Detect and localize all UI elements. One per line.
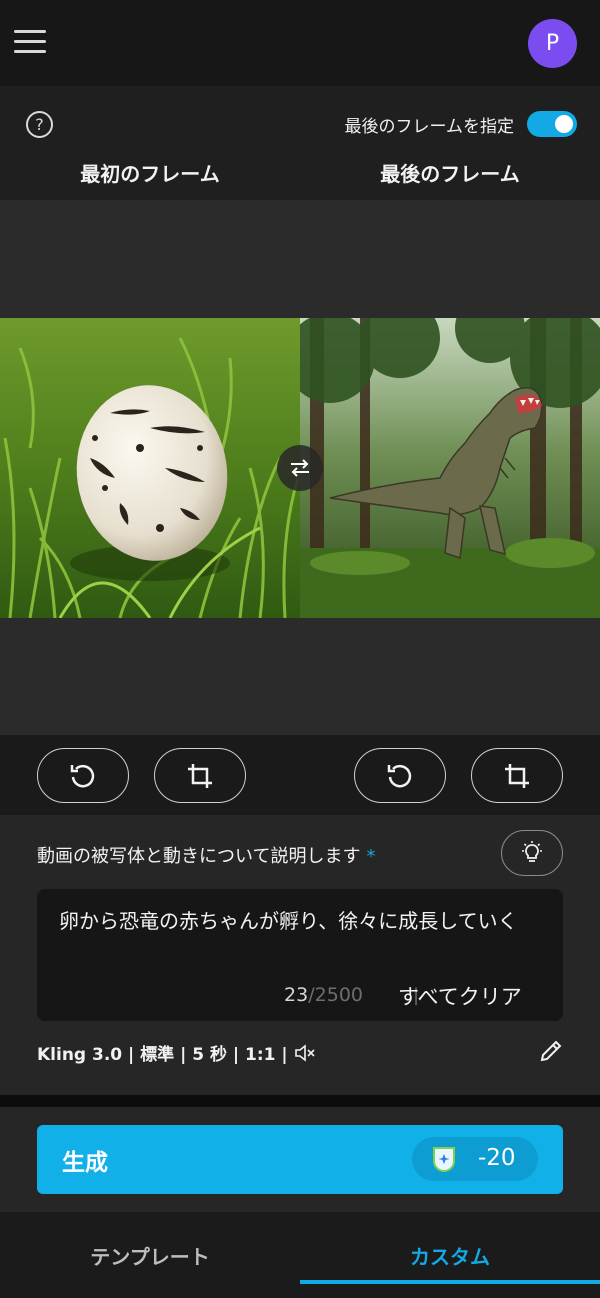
crop-icon xyxy=(505,763,529,788)
first-frame-title: 最初のフレーム xyxy=(80,162,220,186)
generate-button[interactable]: 生成 -20 xyxy=(37,1125,563,1194)
crop-icon xyxy=(188,763,212,788)
speaker-muted-icon xyxy=(294,1043,315,1062)
generation-settings[interactable]: Kling 3.0 | 標準 | 5 秒 | 1:1 | xyxy=(37,1040,316,1065)
top-bar: P xyxy=(0,0,600,86)
prompt-text: 卵から恐竜の赤ちゃんが孵り、徐々に成長していく xyxy=(59,909,518,933)
prompt-idea-button[interactable] xyxy=(501,830,563,876)
prompt-label-text: 動画の被写体と動きについて説明します xyxy=(37,846,361,867)
rotate-ccw-icon xyxy=(70,764,95,787)
tab-custom[interactable]: カスタム xyxy=(300,1212,600,1298)
lightbulb-icon xyxy=(522,841,542,862)
credit-cost-value: -20 xyxy=(478,1145,516,1171)
toggle-knob xyxy=(555,115,573,133)
last-frame-toggle[interactable] xyxy=(527,111,577,137)
credit-cost: -20 xyxy=(412,1137,538,1181)
required-mark: * xyxy=(366,846,376,867)
prompt-panel: 動画の被写体と動きについて説明します * 卵から恐竜の赤ちゃんが孵り、徐々に成長し… xyxy=(0,815,600,1095)
char-count: 23 xyxy=(284,984,309,1006)
first-frame-image[interactable] xyxy=(0,318,300,618)
frame-preview-area xyxy=(0,200,600,735)
last-frame-title: 最後のフレーム xyxy=(380,162,520,186)
char-max: /2500 xyxy=(308,984,363,1006)
last-frame-crop-button[interactable] xyxy=(471,748,563,803)
frames-header: ? 最後のフレームを指定 最初のフレーム 最後のフレーム xyxy=(0,86,600,200)
generate-label: 生成 xyxy=(62,1150,108,1176)
last-frame-toggle-label: 最後のフレームを指定 xyxy=(344,117,515,137)
generate-panel: 生成 -20 xyxy=(0,1107,600,1212)
first-frame-crop-button[interactable] xyxy=(154,748,246,803)
swap-frames-button[interactable] xyxy=(277,445,323,491)
pencil-icon[interactable] xyxy=(538,1038,564,1064)
credit-shield-icon xyxy=(433,1147,455,1173)
char-counter: 23/2500 xyxy=(284,984,363,1006)
swap-arrows-icon xyxy=(291,459,309,477)
question-circle-icon[interactable]: ? xyxy=(26,111,53,138)
frame-tools xyxy=(0,735,600,815)
last-frame-image[interactable] xyxy=(300,318,600,618)
prompt-textarea[interactable]: 卵から恐竜の赤ちゃんが孵り、徐々に成長していく 23/2500 | すべてクリア xyxy=(37,889,563,1021)
bottom-nav: テンプレート カスタム xyxy=(0,1212,600,1298)
hamburger-icon[interactable] xyxy=(14,30,46,54)
avatar[interactable]: P xyxy=(528,19,577,68)
active-tab-indicator xyxy=(300,1280,600,1284)
last-frame-rotate-button[interactable] xyxy=(354,748,446,803)
settings-summary: Kling 3.0 | 標準 | 5 秒 | 1:1 | xyxy=(37,1045,288,1065)
first-frame-rotate-button[interactable] xyxy=(37,748,129,803)
prompt-label: 動画の被写体と動きについて説明します * xyxy=(37,842,375,868)
rotate-ccw-icon xyxy=(387,764,412,787)
tab-template[interactable]: テンプレート xyxy=(0,1212,300,1298)
clear-all-button[interactable]: すべてクリア xyxy=(398,981,522,1011)
generate-area: 生成 -20 xyxy=(0,1095,600,1212)
